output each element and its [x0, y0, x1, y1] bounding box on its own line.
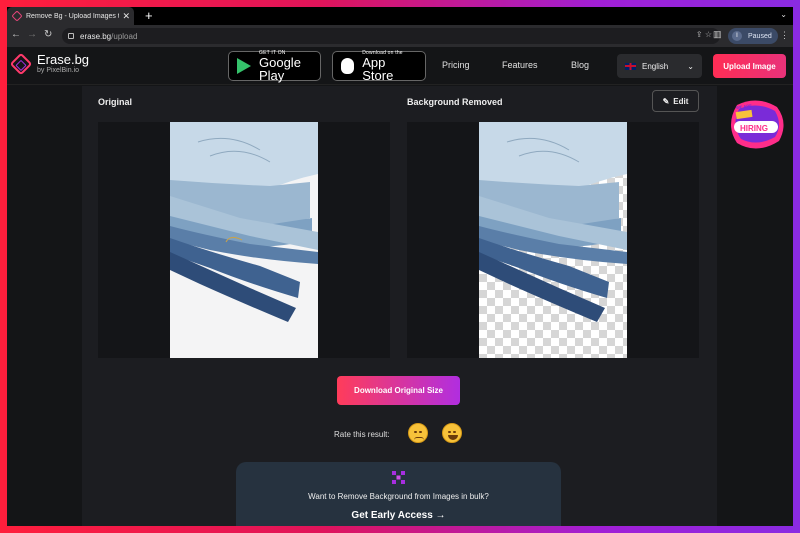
download-original-button[interactable]: Download Original Size — [337, 376, 460, 405]
forward-arrow-icon[interactable]: → — [27, 29, 37, 40]
app-store-button[interactable]: Download on the App Store — [332, 50, 426, 83]
original-panel — [98, 122, 390, 358]
hiring-badge-text: HIRING — [740, 124, 768, 133]
tab-title: Remove Bg - Upload Images to — [26, 12, 120, 20]
sad-face-icon[interactable] — [408, 423, 428, 443]
removed-title: Background Removed — [407, 97, 503, 107]
removed-background-image — [479, 122, 627, 358]
site-header: Erase.bg by PixelBin.io GET IT ON Google… — [7, 47, 793, 85]
bulk-text: Want to Remove Background from Images in… — [308, 492, 489, 501]
original-title: Original — [98, 97, 133, 107]
get-early-access-link[interactable]: Get Early Access → — [236, 510, 561, 521]
pencil-icon: ✎ — [662, 96, 670, 106]
url-path: /upload — [111, 31, 138, 41]
removed-panel — [407, 122, 699, 358]
avatar: I — [732, 31, 742, 41]
nav-blog[interactable]: Blog — [571, 60, 589, 70]
tab-strip: Remove Bg - Upload Images to ✕ + ⌄ — [7, 7, 793, 25]
erase-bg-logo-icon — [9, 52, 33, 75]
url-domain: erase.bg — [80, 31, 112, 41]
lock-icon — [68, 33, 74, 39]
jeans-cutout — [479, 122, 627, 322]
profile-status: Paused — [748, 32, 772, 40]
chevron-down-icon: ⌄ — [687, 61, 694, 71]
google-play-big: Google Play — [259, 55, 301, 83]
original-image — [170, 122, 318, 358]
browser-window: Remove Bg - Upload Images to ✕ + ⌄ ← → ↻… — [7, 7, 793, 526]
language-select[interactable]: English ⌄ — [617, 54, 702, 78]
address-bar[interactable]: erase.bg/upload ⇪ ☆ — [62, 28, 720, 44]
uk-flag-icon — [625, 62, 636, 70]
happy-face-icon[interactable] — [442, 423, 462, 443]
google-play-icon — [237, 58, 251, 74]
site-favicon-icon — [11, 10, 23, 22]
logo[interactable]: Erase.bg by PixelBin.io — [9, 52, 90, 75]
rate-label: Rate this result: — [334, 430, 390, 439]
menu-kebab-icon[interactable]: ⋮ — [780, 30, 789, 41]
tab-close-icon[interactable]: ✕ — [122, 11, 130, 22]
app-store-big: App Store — [362, 55, 394, 83]
browser-toolbar: ← → ↻ erase.bg/upload ⇪ ☆ ▥ I Paused ⋮ — [7, 25, 793, 47]
browser-tab[interactable]: Remove Bg - Upload Images to ✕ — [7, 7, 134, 25]
sidepanel-icon[interactable]: ▥ — [713, 29, 722, 40]
bulk-promo-card: Want to Remove Background from Images in… — [236, 462, 561, 526]
reload-icon[interactable]: ↻ — [44, 29, 52, 40]
logo-name: Erase.bg — [37, 52, 90, 67]
pixelbin-icon — [392, 471, 405, 484]
tab-search-chevron-icon[interactable]: ⌄ — [780, 10, 787, 19]
share-bookmark-icons[interactable]: ⇪ ☆ — [696, 30, 712, 39]
edit-button[interactable]: ✎ Edit — [652, 90, 699, 112]
profile-button[interactable]: I Paused — [728, 28, 778, 44]
right-gutter — [717, 86, 793, 526]
edit-label: Edit — [673, 96, 689, 106]
language-label: English — [642, 61, 669, 71]
apple-icon — [341, 58, 355, 74]
upload-image-button[interactable]: Upload Image — [713, 54, 786, 78]
new-tab-button[interactable]: + — [145, 8, 153, 23]
jeans-photo — [170, 122, 318, 322]
back-arrow-icon[interactable]: ← — [11, 29, 21, 40]
nav-features[interactable]: Features — [502, 60, 538, 70]
left-gutter — [7, 86, 82, 526]
logo-byline: by PixelBin.io — [37, 67, 80, 74]
google-play-button[interactable]: GET IT ON Google Play — [228, 50, 321, 83]
nav-pricing[interactable]: Pricing — [442, 60, 470, 70]
